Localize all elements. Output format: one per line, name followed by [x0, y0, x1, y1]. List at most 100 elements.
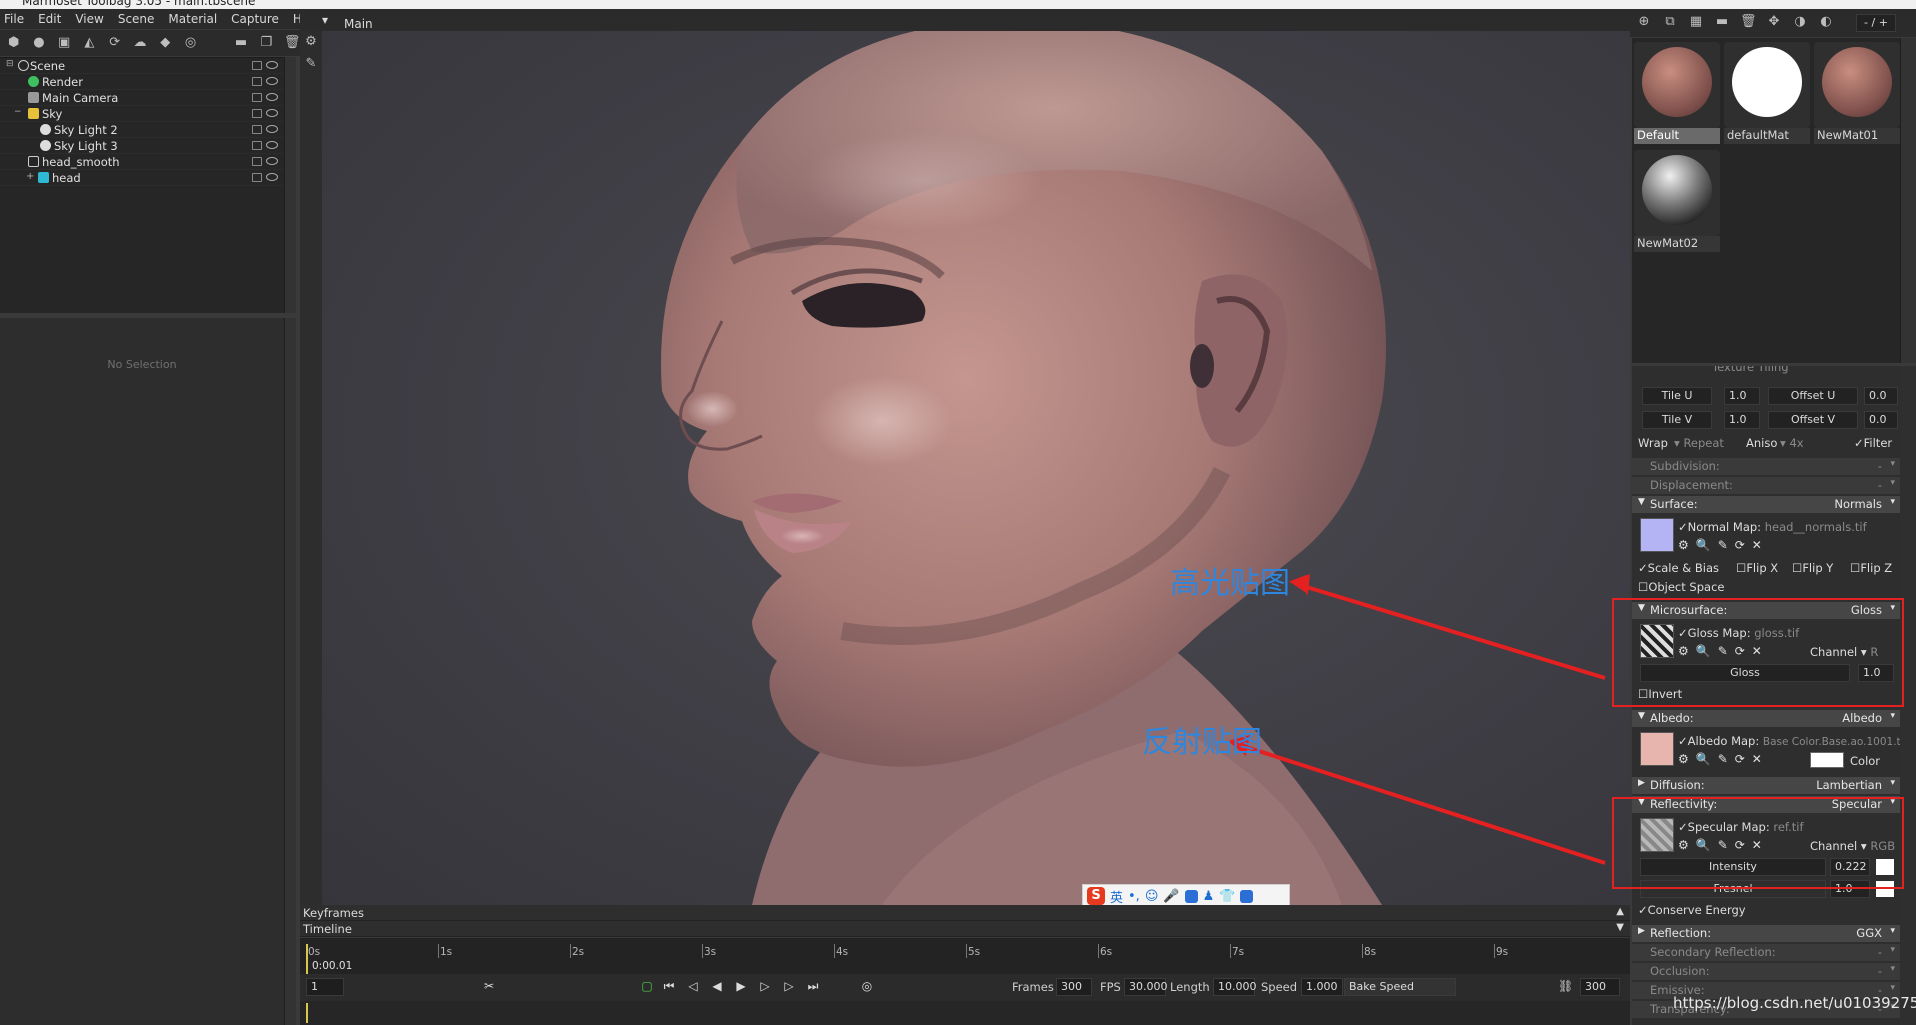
add-light-probe-icon[interactable]: ◎ [183, 36, 198, 50]
section-diffusion[interactable]: ▶ Diffusion: Lambertian ▾ [1632, 777, 1900, 794]
conserve-energy-checkbox[interactable]: ✓Conserve Energy [1638, 903, 1746, 917]
add-mesh-icon[interactable]: ⬢ [6, 36, 21, 50]
lock-icon[interactable] [252, 125, 262, 134]
eye-icon[interactable] [266, 141, 278, 149]
length-field[interactable]: 10.000 [1213, 978, 1257, 996]
folder-icon[interactable]: ▬ [1714, 15, 1730, 29]
offset-u-field[interactable]: 0.0 [1864, 387, 1898, 405]
punctuation-icon[interactable]: •, [1128, 889, 1140, 904]
refresh-icon[interactable]: ◑ [1792, 15, 1808, 29]
end-frame-field[interactable]: 300 [1580, 978, 1620, 996]
menu-capture[interactable]: Capture [231, 12, 279, 26]
flip-x-checkbox[interactable]: ☐Flip X [1736, 561, 1778, 575]
material-newmat02[interactable]: NewMat02 [1634, 150, 1720, 252]
link-icon[interactable]: ⛓ [1558, 979, 1573, 993]
brush-icon[interactable]: ✎ [303, 57, 319, 71]
menu-scene[interactable]: Scene [118, 12, 155, 26]
next-key-icon[interactable]: ▷ [782, 979, 796, 993]
eye-icon[interactable] [266, 93, 278, 101]
normal-map-thumbnail[interactable] [1640, 518, 1674, 552]
user-icon[interactable]: ♟ [1203, 889, 1215, 904]
delete-material-icon[interactable]: 🗑 [1740, 15, 1757, 29]
bake-speed-button[interactable]: Bake Speed [1344, 978, 1456, 996]
filter-checkbox[interactable]: ✓Filter [1854, 436, 1892, 450]
material-default[interactable]: Default [1634, 42, 1720, 144]
scale-bias-checkbox[interactable]: ✓Scale & Bias [1638, 561, 1719, 575]
speed-icon[interactable]: ◎ [860, 979, 874, 993]
section-albedo[interactable]: ▼ Albedo: Albedo ▾ [1632, 710, 1900, 727]
section-displacement[interactable]: Displacement: - ▾ [1632, 477, 1900, 494]
settings-icon[interactable]: ◐ [1818, 15, 1834, 29]
outliner-item-render[interactable]: Render [0, 74, 284, 90]
material-defaultmat[interactable]: defaultMat [1724, 42, 1810, 144]
timeline-track[interactable] [300, 1001, 1630, 1025]
camera-selector[interactable]: Main Camera ▾ [322, 13, 391, 45]
eye-icon[interactable] [266, 157, 278, 165]
offset-v-label[interactable]: Offset V [1768, 411, 1858, 429]
keyframes-header[interactable]: Keyframes ▲ [300, 905, 1630, 921]
section-reflection[interactable]: ▶ Reflection: GGX ▾ [1632, 925, 1900, 942]
eye-icon[interactable] [266, 125, 278, 133]
pick-material-icon[interactable]: ✥ [1766, 15, 1782, 29]
eye-icon[interactable] [266, 109, 278, 117]
menu-file[interactable]: File [4, 12, 24, 26]
outliner-item-sky-light-2[interactable]: Sky Light 2 [0, 122, 284, 138]
track-playhead[interactable] [306, 1003, 308, 1023]
add-fog-icon[interactable]: ☁ [132, 36, 147, 50]
material-page-field[interactable]: - / + [1856, 14, 1896, 32]
tile-u-label[interactable]: Tile U [1642, 387, 1712, 405]
menu-material[interactable]: Material [168, 12, 217, 26]
skip-to-start-icon[interactable]: ⏮ [662, 979, 676, 993]
lock-icon[interactable] [252, 93, 262, 102]
eye-icon[interactable] [266, 61, 278, 69]
outliner-item-scene[interactable]: ⊟ Scene [0, 58, 284, 74]
collapse-icon[interactable]: ⊟ [6, 59, 14, 69]
offset-u-label[interactable]: Offset U [1768, 387, 1858, 405]
skip-to-end-icon[interactable]: ⏭ [806, 979, 820, 993]
duplicate-material-icon[interactable]: ⧉ [1662, 15, 1678, 29]
tile-v-field[interactable]: 1.0 [1724, 411, 1760, 429]
gear-icon[interactable]: ⚙ [303, 35, 319, 49]
tile-v-label[interactable]: Tile V [1642, 411, 1712, 429]
emoji-icon[interactable]: ☺ [1145, 889, 1159, 904]
section-secondary-reflection[interactable]: Secondary Reflection: - ▾ [1632, 944, 1900, 961]
outliner-scrollbar[interactable] [284, 57, 296, 313]
outliner-item-sky[interactable]: − Sky [0, 106, 284, 122]
object-space-checkbox[interactable]: ☐Object Space [1638, 580, 1724, 594]
keyframes-toggle-icon[interactable]: ▲ [1616, 906, 1624, 917]
lock-icon[interactable] [252, 157, 262, 166]
menu-view[interactable]: View [75, 12, 103, 26]
playhead[interactable] [306, 944, 308, 974]
current-frame-field[interactable]: 1 [306, 978, 344, 996]
add-shadow-catcher-icon[interactable]: ◭ [82, 36, 97, 50]
albedo-map-thumbnail[interactable] [1640, 732, 1674, 766]
lock-icon[interactable] [252, 109, 262, 118]
albedo-map-actions[interactable]: ⚙🔍✎⟳✕ [1678, 752, 1769, 768]
toolbox-icon[interactable] [1240, 889, 1254, 903]
flip-y-checkbox[interactable]: ☐Flip Y [1792, 561, 1833, 575]
play-icon[interactable]: ▶ [734, 979, 748, 993]
offset-v-field[interactable]: 0.0 [1864, 411, 1898, 429]
lock-icon[interactable] [252, 173, 262, 182]
microphone-icon[interactable]: 🎤 [1163, 889, 1179, 904]
checker-icon[interactable]: ▦ [1688, 15, 1704, 29]
lock-icon[interactable] [252, 61, 262, 70]
material-library-scrollbar[interactable] [1900, 38, 1916, 363]
expand-icon[interactable]: + [26, 171, 34, 182]
timeline-toggle-icon[interactable]: ▼ [1616, 922, 1624, 933]
keyboard-icon[interactable] [1184, 889, 1198, 903]
lock-icon[interactable] [252, 141, 262, 150]
add-light-icon[interactable]: ● [31, 36, 46, 50]
section-surface[interactable]: ▼ Surface: Normals ▾ [1632, 496, 1900, 513]
add-group-icon[interactable]: ◆ [158, 36, 173, 50]
timeline-ruler[interactable]: 0s 1s 2s 3s 4s 5s 6s 7s 8s 9s 0:00.01 [300, 938, 1630, 974]
normal-map-actions[interactable]: ⚙🔍✎⟳✕ [1678, 538, 1769, 554]
duplicate-icon[interactable]: ❐ [259, 36, 274, 50]
outliner-item-head-smooth[interactable]: head_smooth [0, 154, 284, 170]
section-occlusion[interactable]: Occlusion: - ▾ [1632, 963, 1900, 980]
tile-u-field[interactable]: 1.0 [1724, 387, 1760, 405]
fps-field[interactable]: 30.000 [1124, 978, 1168, 996]
prev-key-icon[interactable]: ◁ [686, 979, 700, 993]
outliner-item-sky-light-3[interactable]: Sky Light 3 [0, 138, 284, 154]
next-frame-icon[interactable]: ▷ [758, 979, 772, 993]
